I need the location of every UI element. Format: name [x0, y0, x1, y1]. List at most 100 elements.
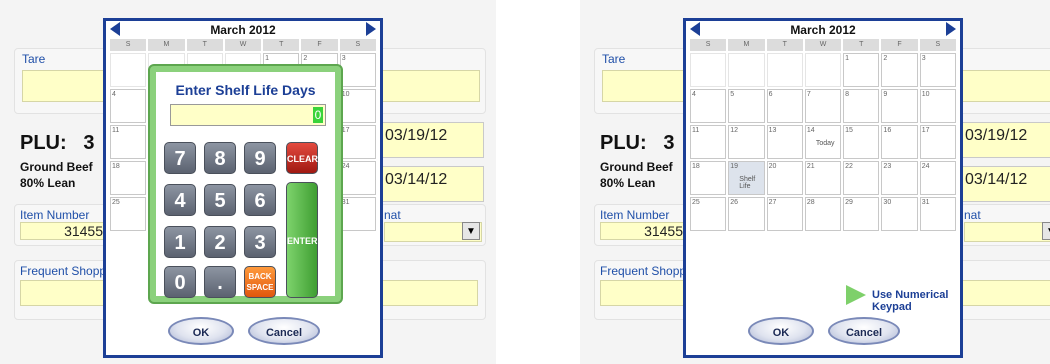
- calendar-day-31[interactable]: 31: [919, 197, 956, 231]
- item-number-field[interactable]: 31455: [20, 222, 108, 240]
- pack-date-field[interactable]: 03/14/12: [960, 166, 1050, 202]
- calendar-day-number: 16: [883, 127, 892, 134]
- key-8[interactable]: 8: [204, 142, 236, 174]
- key-7[interactable]: 7: [164, 142, 196, 174]
- ok-button[interactable]: OK: [748, 317, 814, 345]
- cancel-button[interactable]: Cancel: [828, 317, 900, 345]
- key-6[interactable]: 6: [244, 184, 276, 216]
- item-number-field[interactable]: 31455: [600, 222, 688, 240]
- enter-button[interactable]: ENTER: [286, 182, 318, 298]
- item-number-label: Item Number: [20, 208, 90, 222]
- left-screen: Tare PLU: 3 Ground Beef 80% Lean 03/19/1…: [0, 0, 496, 364]
- calendar-day-12[interactable]: 12: [728, 125, 765, 159]
- calendar-day-17[interactable]: 17: [339, 125, 376, 159]
- next-month-icon[interactable]: [366, 22, 376, 36]
- tare-label: Tare: [602, 52, 626, 66]
- key-5[interactable]: 5: [204, 184, 236, 216]
- calendar-day-25[interactable]: 25: [110, 197, 147, 231]
- clear-button[interactable]: CLEAR: [286, 142, 318, 174]
- calendar-header: March 2012: [686, 21, 960, 39]
- calendar-day-1[interactable]: 1: [843, 53, 880, 87]
- calendar-day-19[interactable]: 19Shelf Life: [728, 161, 765, 195]
- keypad-title: Enter Shelf Life Days: [175, 82, 316, 98]
- calendar-month: March 2012: [210, 23, 276, 37]
- calendar-day-number: 11: [112, 127, 120, 134]
- calendar-day-29[interactable]: 29: [843, 197, 880, 231]
- calendar-day-5[interactable]: 5: [728, 89, 765, 123]
- chevron-down-icon[interactable]: ▼: [1042, 222, 1050, 240]
- pack-date-field[interactable]: 03/14/12: [380, 166, 484, 202]
- calendar-day-4[interactable]: 4: [690, 89, 727, 123]
- play-arrow-icon[interactable]: [846, 285, 866, 305]
- key-3[interactable]: 3: [244, 226, 276, 258]
- calendar-day-18[interactable]: 18: [110, 161, 147, 195]
- calendar-day-number: 1: [845, 55, 850, 62]
- calendar-day-30[interactable]: 30: [881, 197, 918, 231]
- key-1[interactable]: 1: [164, 226, 196, 258]
- calendar-day-18[interactable]: 18: [690, 161, 727, 195]
- calendar-day-number: 9: [883, 91, 888, 98]
- calendar-day-20[interactable]: 20: [766, 161, 803, 195]
- calendar-day-28[interactable]: 28: [804, 197, 842, 231]
- calendar-empty-cell: [110, 53, 147, 87]
- calendar-day-4[interactable]: 4: [110, 89, 147, 123]
- calendar-day-24[interactable]: 24: [339, 161, 376, 195]
- key-4[interactable]: 4: [164, 184, 196, 216]
- key-9[interactable]: 9: [244, 142, 276, 174]
- calendar-day-7[interactable]: 7: [804, 89, 842, 123]
- calendar-day-3[interactable]: 3: [339, 53, 376, 87]
- calendar-day-15[interactable]: 15: [843, 125, 880, 159]
- calendar-day-26[interactable]: 26: [728, 197, 765, 231]
- key-0[interactable]: 0: [164, 266, 196, 298]
- calendar-day-22[interactable]: 22: [843, 161, 880, 195]
- calendar-day-10[interactable]: 10: [339, 89, 376, 123]
- calendar-day-number: 4: [692, 91, 696, 98]
- sell-by-date-field[interactable]: 03/19/12: [960, 122, 1050, 158]
- calendar-day-21[interactable]: 21: [804, 161, 842, 195]
- weekday-label: T: [843, 39, 880, 51]
- item-number-label: Item Number: [600, 208, 670, 222]
- calendar-day-13[interactable]: 13: [766, 125, 803, 159]
- calendar-day-8[interactable]: 8: [843, 89, 880, 123]
- backspace-button[interactable]: BACK SPACE: [244, 266, 276, 298]
- right-screen: Tare PLU: 3 Ground Beef 80% Lean 03/19/1…: [580, 0, 1050, 364]
- calendar-day-25[interactable]: 25: [690, 197, 727, 231]
- calendar-day-number: 6: [768, 91, 773, 98]
- plu-value: 3: [663, 132, 675, 154]
- calendar-day-number: 31: [921, 199, 930, 206]
- calendar-day-11[interactable]: 11: [110, 125, 147, 159]
- weekday-label: F: [881, 39, 918, 51]
- calendar-day-3[interactable]: 3: [919, 53, 956, 87]
- shelf-life-keypad: Enter Shelf Life Days 0 7 8 9 CLEAR 4 5 …: [148, 64, 343, 304]
- cancel-button[interactable]: Cancel: [248, 317, 320, 345]
- calendar-day-2[interactable]: 2: [881, 53, 918, 87]
- key-2[interactable]: 2: [204, 226, 236, 258]
- weekday-label: S: [690, 39, 727, 51]
- calendar-day-24[interactable]: 24: [919, 161, 956, 195]
- shelf-life-days-input[interactable]: 0: [170, 104, 326, 126]
- calendar-day-31[interactable]: 31: [339, 197, 376, 231]
- ok-button[interactable]: OK: [168, 317, 234, 345]
- calendar-day-10[interactable]: 10: [919, 89, 956, 123]
- weekday-label: T: [186, 39, 223, 51]
- sell-by-date-field[interactable]: 03/19/12: [380, 122, 484, 158]
- calendar-day-number: 5: [730, 91, 735, 98]
- tare-label: Tare: [22, 52, 46, 66]
- calendar-day-16[interactable]: 16: [881, 125, 918, 159]
- calendar-day-11[interactable]: 11: [690, 125, 727, 159]
- calendar-day-23[interactable]: 23: [881, 161, 918, 195]
- chevron-down-icon[interactable]: ▼: [462, 222, 480, 240]
- calendar-grid: 1234567891011121314Today1516171819Shelf …: [690, 53, 956, 231]
- calendar-day-17[interactable]: 17: [919, 125, 956, 159]
- calendar-day-14[interactable]: 14Today: [804, 125, 842, 159]
- calendar-day-number: 23: [883, 163, 892, 170]
- calendar-day-6[interactable]: 6: [766, 89, 803, 123]
- use-numerical-keypad-link[interactable]: Use Numerical Keypad: [872, 289, 960, 313]
- calendar-day-9[interactable]: 9: [881, 89, 918, 123]
- calendar-day-number: 28: [806, 199, 815, 206]
- plu-value: 3: [83, 132, 95, 154]
- key-decimal[interactable]: .: [204, 266, 236, 298]
- calendar-day-27[interactable]: 27: [766, 197, 803, 231]
- right-dropdown[interactable]: [964, 222, 1050, 242]
- next-month-icon[interactable]: [946, 22, 956, 36]
